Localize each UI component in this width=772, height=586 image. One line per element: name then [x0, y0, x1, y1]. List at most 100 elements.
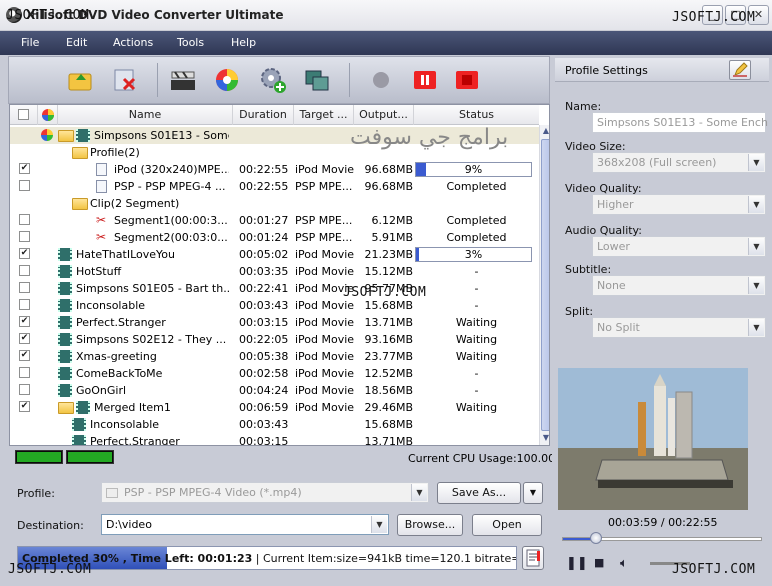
- row-checkbox[interactable]: ✔: [19, 401, 30, 412]
- chevron-down-icon[interactable]: ▼: [748, 319, 764, 336]
- row-duration: [239, 195, 295, 212]
- stop-preview-icon[interactable]: ■: [594, 556, 604, 569]
- header-color-cell: [38, 105, 58, 125]
- chevron-down-icon[interactable]: ▼: [748, 196, 764, 213]
- profile-select[interactable]: PSP - PSP MPEG-4 Video (*.mp4) ▼: [101, 482, 429, 503]
- table-row[interactable]: Clip(2 Segment): [10, 195, 539, 212]
- pause-preview-icon[interactable]: ❚❚: [566, 556, 588, 571]
- pause-button[interactable]: [411, 66, 439, 94]
- row-output: 96.68MB: [364, 180, 413, 193]
- table-row[interactable]: ✔ Perfect.Stranger 00:03:15 iPod Movie 13.71…: [10, 314, 539, 331]
- row-name: Clip(2 Segment): [90, 197, 180, 210]
- chevron-down-icon[interactable]: ▼: [748, 154, 764, 171]
- table-row[interactable]: Inconsolable 00:03:43 15.68MB: [10, 416, 539, 433]
- remove-button[interactable]: [111, 66, 139, 94]
- record-button[interactable]: [367, 66, 395, 94]
- table-row[interactable]: ✂ Segment2(00:03:0... 00:01:24 PSP MPE... 5.…: [10, 229, 539, 246]
- ps-subtitle-select[interactable]: None ▼: [592, 275, 766, 296]
- header-status[interactable]: Status: [414, 105, 539, 125]
- header-checkbox-cell[interactable]: [10, 105, 38, 125]
- row-output: 13.71MB: [364, 435, 413, 446]
- chevron-down-icon[interactable]: ▼: [371, 516, 387, 533]
- list-scrollbar[interactable]: ▲ ▼: [539, 125, 549, 445]
- ps-name-input[interactable]: Simpsons S01E13 - Some Ench: [592, 112, 768, 133]
- row-checkbox[interactable]: ✔: [19, 316, 30, 327]
- volume-icon[interactable]: 🔈︎: [620, 556, 628, 571]
- add-file-button[interactable]: [67, 66, 95, 94]
- merge-button[interactable]: [303, 66, 331, 94]
- row-target: iPod Movie: [295, 248, 355, 261]
- table-row[interactable]: ✔ Xmas-greeting 00:05:38 iPod Movie 23.77MB W…: [10, 348, 539, 365]
- row-checkbox[interactable]: ✔: [19, 333, 30, 344]
- toolbar-separator: [349, 63, 350, 97]
- chevron-down-icon[interactable]: ▼: [748, 277, 764, 294]
- seek-handle[interactable]: [590, 532, 602, 544]
- effects-button[interactable]: [213, 66, 241, 94]
- select-all-checkbox[interactable]: [18, 109, 29, 120]
- menu-edit[interactable]: Edit: [66, 36, 87, 49]
- row-name: Merged Item1: [94, 401, 171, 414]
- row-target: [295, 127, 355, 144]
- chevron-down-icon[interactable]: ▼: [748, 238, 764, 255]
- scroll-thumb[interactable]: [541, 139, 549, 431]
- edit-profile-button[interactable]: [729, 60, 751, 80]
- destination-input-value: D:\video: [106, 518, 152, 531]
- ps-audio-quality-select[interactable]: Lower ▼: [592, 236, 766, 257]
- chevron-down-icon[interactable]: ▼: [411, 484, 427, 501]
- row-checkbox[interactable]: [19, 384, 30, 395]
- table-row[interactable]: Perfect.Stranger 00:03:15 13.71MB: [10, 433, 539, 446]
- log-button[interactable]: [522, 546, 544, 570]
- row-checkbox[interactable]: ✔: [19, 163, 30, 174]
- header-duration[interactable]: Duration: [233, 105, 294, 125]
- table-row[interactable]: ✂ Segment1(00:00:3... 00:01:27 PSP MPE... 6.…: [10, 212, 539, 229]
- row-checkbox[interactable]: [19, 231, 30, 242]
- table-row[interactable]: ✔ Merged Item1 00:06:59 iPod Movie 29.46MB Wa…: [10, 399, 539, 416]
- table-row[interactable]: Simpsons S01E05 - Bart th... 00:22:41 iPod…: [10, 280, 539, 297]
- menu-actions[interactable]: Actions: [113, 36, 153, 49]
- table-row[interactable]: HotStuff 00:03:35 iPod Movie 15.12MB -: [10, 263, 539, 280]
- add-profile-button[interactable]: [259, 66, 287, 94]
- row-checkbox[interactable]: [19, 282, 30, 293]
- ps-video-size-select[interactable]: 368x208 (Full screen) ▼: [592, 152, 766, 173]
- row-status: Waiting: [455, 350, 498, 363]
- browse-button[interactable]: Browse...: [397, 514, 463, 536]
- row-checkbox[interactable]: ✔: [19, 248, 30, 259]
- menu-help[interactable]: Help: [231, 36, 256, 49]
- open-button[interactable]: Open: [472, 514, 542, 536]
- menu-file[interactable]: File: [21, 36, 39, 49]
- video-file-icon: [58, 350, 72, 363]
- header-name[interactable]: Name: [58, 105, 233, 125]
- preview-video[interactable]: [558, 368, 748, 510]
- ps-video-quality-select[interactable]: Higher ▼: [592, 194, 766, 215]
- file-list[interactable]: Name Duration Target ... Output... Statu…: [9, 104, 550, 446]
- row-checkbox[interactable]: [19, 299, 30, 310]
- table-row[interactable]: ComeBackToMe 00:02:58 iPod Movie 12.52MB -: [10, 365, 539, 382]
- stop-button[interactable]: [453, 66, 481, 94]
- row-target: iPod Movie: [295, 367, 355, 380]
- row-target: PSP MPE...: [295, 231, 353, 244]
- scroll-down-icon[interactable]: ▼: [541, 433, 549, 445]
- save-as-dropdown-button[interactable]: ▼: [523, 482, 543, 504]
- table-row[interactable]: ✔ Simpsons S02E12 - They ... 00:22:05 iPod …: [10, 331, 539, 348]
- destination-input[interactable]: D:\video ▼: [101, 514, 389, 535]
- row-name: Profile(2): [90, 146, 140, 159]
- ps-split-select[interactable]: No Split ▼: [592, 317, 766, 338]
- clip-button[interactable]: [169, 66, 197, 94]
- table-row[interactable]: ✔ HateThatILoveYou 00:05:02 iPod Movie 21.23…: [10, 246, 539, 263]
- color-wheel-icon: [216, 69, 238, 91]
- scroll-up-icon[interactable]: ▲: [541, 126, 549, 138]
- table-row[interactable]: PSP - PSP MPEG-4 ... 00:22:55 PSP MPE... 96…: [10, 178, 539, 195]
- row-checkbox[interactable]: [19, 265, 30, 276]
- row-checkbox[interactable]: [19, 214, 30, 225]
- header-output[interactable]: Output...: [354, 105, 414, 125]
- table-row[interactable]: GoOnGirl 00:04:24 iPod Movie 18.56MB -: [10, 382, 539, 399]
- table-row[interactable]: Inconsolable 00:03:43 iPod Movie 15.68MB -: [10, 297, 539, 314]
- row-status: Waiting: [455, 333, 498, 346]
- row-checkbox[interactable]: ✔: [19, 350, 30, 361]
- menu-tools[interactable]: Tools: [177, 36, 204, 49]
- header-target[interactable]: Target ...: [294, 105, 354, 125]
- table-row[interactable]: ✔ iPod (320x240)MPE... 00:22:55 iPod Movie 9…: [10, 161, 539, 178]
- row-checkbox[interactable]: [19, 367, 30, 378]
- row-checkbox[interactable]: [19, 180, 30, 191]
- save-as-button[interactable]: Save As...: [437, 482, 521, 504]
